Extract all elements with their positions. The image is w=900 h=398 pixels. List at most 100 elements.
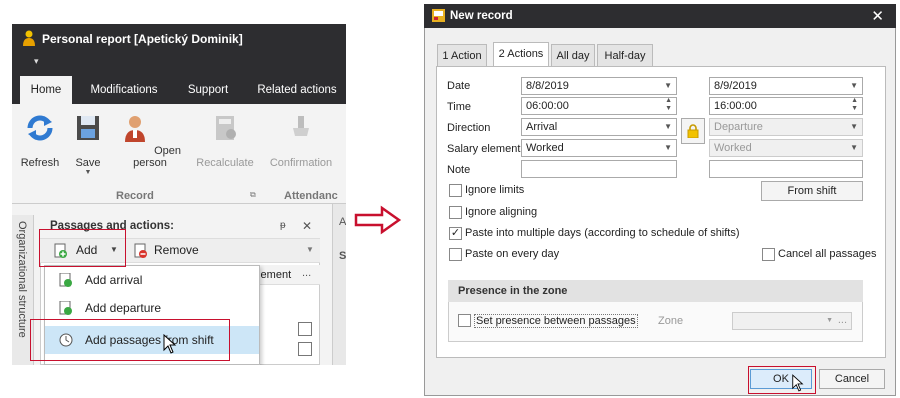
ignore-limits-checkbox[interactable]: [449, 184, 462, 197]
confirmation-button[interactable]: Confirmation: [266, 112, 336, 169]
zone-browse-button: ...: [837, 314, 847, 326]
dialog-close-icon[interactable]: ✕: [871, 7, 884, 25]
direction-label: Direction: [447, 122, 491, 134]
open-person-label: Open person: [133, 145, 181, 169]
cancel-all-passages-checkbox[interactable]: [762, 248, 775, 261]
salary-to-value: Worked: [714, 142, 752, 154]
chevron-down-icon: ▼: [850, 143, 858, 152]
note-label: Note: [447, 164, 471, 176]
highlight-add-button: [39, 229, 126, 267]
chevron-down-icon: ▼: [826, 317, 833, 324]
confirmation-label: Confirmation: [269, 157, 333, 169]
zone-select: ▼ ...: [732, 312, 852, 330]
cursor-icon: [792, 374, 804, 392]
add-departure-icon: [59, 301, 72, 315]
direction-from-select[interactable]: Arrival ▼: [521, 118, 677, 136]
date-to-field[interactable]: 8/9/2019 ▼: [709, 77, 863, 95]
lock-button[interactable]: [681, 118, 705, 144]
background-text-s: S: [339, 250, 346, 262]
menu-item-label: Add departure: [85, 301, 162, 315]
main-application-window: Personal report [Apetický Dominik] ▾ Hom…: [12, 24, 346, 365]
chevron-down-icon[interactable]: ▼: [664, 140, 672, 156]
save-dropdown-arrow[interactable]: ▼: [70, 169, 106, 176]
chevron-down-icon[interactable]: ▼: [664, 78, 672, 94]
salary-element-label: Salary element: [447, 143, 521, 155]
title-bar: Personal report [Apetický Dominik] ▾: [12, 24, 346, 76]
group-attendance-label: Attendanc: [284, 190, 338, 202]
note-icon[interactable]: [298, 322, 312, 336]
salary-element-from-select[interactable]: Worked ▼: [521, 139, 677, 157]
toolbar-dropdown-arrow[interactable]: ▼: [306, 245, 314, 254]
recalculate-button[interactable]: Recalculate: [194, 112, 256, 169]
menu-item-label: Add arrival: [85, 273, 143, 287]
time-to-field[interactable]: 16:00:00 ▲ ▼: [709, 97, 863, 115]
tab-home[interactable]: Home: [20, 76, 72, 104]
ignore-aligning-checkbox[interactable]: [449, 206, 462, 219]
cursor-icon: [163, 334, 177, 354]
add-arrival-icon: [59, 273, 72, 287]
cancel-button[interactable]: Cancel: [819, 369, 885, 389]
tab-all-day[interactable]: All day: [551, 44, 595, 66]
stamp-icon: [293, 116, 309, 136]
open-person-button[interactable]: Open person: [114, 112, 186, 169]
tab-related-actions[interactable]: Related actions: [252, 76, 342, 104]
tab-2-actions[interactable]: 2 Actions: [493, 42, 549, 67]
column-more-button[interactable]: ...: [302, 267, 311, 279]
ignore-limits-label: Ignore limits: [465, 184, 525, 196]
quick-access-dropdown[interactable]: ▾: [34, 56, 39, 67]
zone-label: Zone: [658, 315, 684, 327]
chevron-down-icon[interactable]: ▼: [664, 119, 672, 135]
grid-header: element ...: [250, 265, 320, 285]
salary-from-value: Worked: [526, 142, 564, 154]
tab-1-action[interactable]: 1 Action: [437, 44, 487, 66]
highlight-ok-button: [748, 366, 816, 394]
pin-icon[interactable]: ᵽ: [280, 220, 286, 231]
dialog-title-bar: New record ✕: [424, 4, 896, 28]
remove-label: Remove: [154, 243, 199, 257]
menu-item-add-arrival[interactable]: Add arrival: [45, 266, 259, 294]
calculator-icon: [216, 116, 236, 140]
save-label: Save: [75, 157, 101, 169]
tab-half-day[interactable]: Half-day: [597, 44, 653, 66]
dialog-title: New record: [450, 10, 513, 22]
app-icon: [432, 9, 445, 22]
note-from-field[interactable]: [521, 160, 677, 178]
set-presence-checkbox[interactable]: [458, 314, 471, 327]
remove-button[interactable]: Remove: [134, 242, 214, 260]
menu-item-add-departure[interactable]: Add departure: [45, 294, 259, 322]
spinner-icon[interactable]: ▲ ▼: [665, 97, 672, 113]
ignore-aligning-label: Ignore aligning: [465, 206, 538, 218]
refresh-icon: [27, 115, 53, 141]
background-text-a: A: [339, 216, 346, 228]
paste-every-day-checkbox[interactable]: [449, 248, 462, 261]
date-from-field[interactable]: 8/8/2019 ▼: [521, 77, 677, 95]
refresh-label: Refresh: [20, 157, 60, 169]
lock-icon: [687, 124, 699, 139]
save-button[interactable]: Save ▼: [70, 112, 106, 176]
time-from-field[interactable]: 06:00:00 ▲ ▼: [521, 97, 677, 115]
group-record-label: Record: [116, 190, 154, 202]
person-icon: [125, 116, 145, 142]
spinner-icon[interactable]: ▲ ▼: [851, 97, 858, 113]
remove-document-icon: [134, 243, 147, 258]
paste-every-day-label: Paste on every day: [465, 248, 560, 260]
presence-zone-title: Presence in the zone: [458, 285, 568, 297]
direction-to-select: Departure ▼: [709, 118, 863, 136]
chevron-down-icon: ▼: [850, 122, 858, 131]
panel-close-icon[interactable]: ✕: [302, 219, 312, 233]
background-panel: A S: [332, 204, 346, 365]
presence-zone-header: Presence in the zone: [448, 280, 863, 302]
from-shift-button[interactable]: From shift: [761, 181, 863, 201]
cancel-all-passages-label: Cancel all passages: [778, 248, 877, 260]
group-expand-icon[interactable]: ⧉: [250, 190, 256, 200]
note-to-field[interactable]: [709, 160, 863, 178]
note-icon[interactable]: [298, 342, 312, 356]
time-label: Time: [447, 101, 472, 113]
salary-element-to-select: Worked ▼: [709, 139, 863, 157]
refresh-button[interactable]: Refresh: [18, 112, 62, 169]
chevron-down-icon[interactable]: ▼: [850, 78, 858, 94]
paste-multiple-days-checkbox[interactable]: ✓: [449, 227, 462, 240]
tab-modifications[interactable]: Modifications: [84, 76, 164, 104]
save-icon: [77, 116, 99, 140]
tab-support[interactable]: Support: [180, 76, 236, 104]
